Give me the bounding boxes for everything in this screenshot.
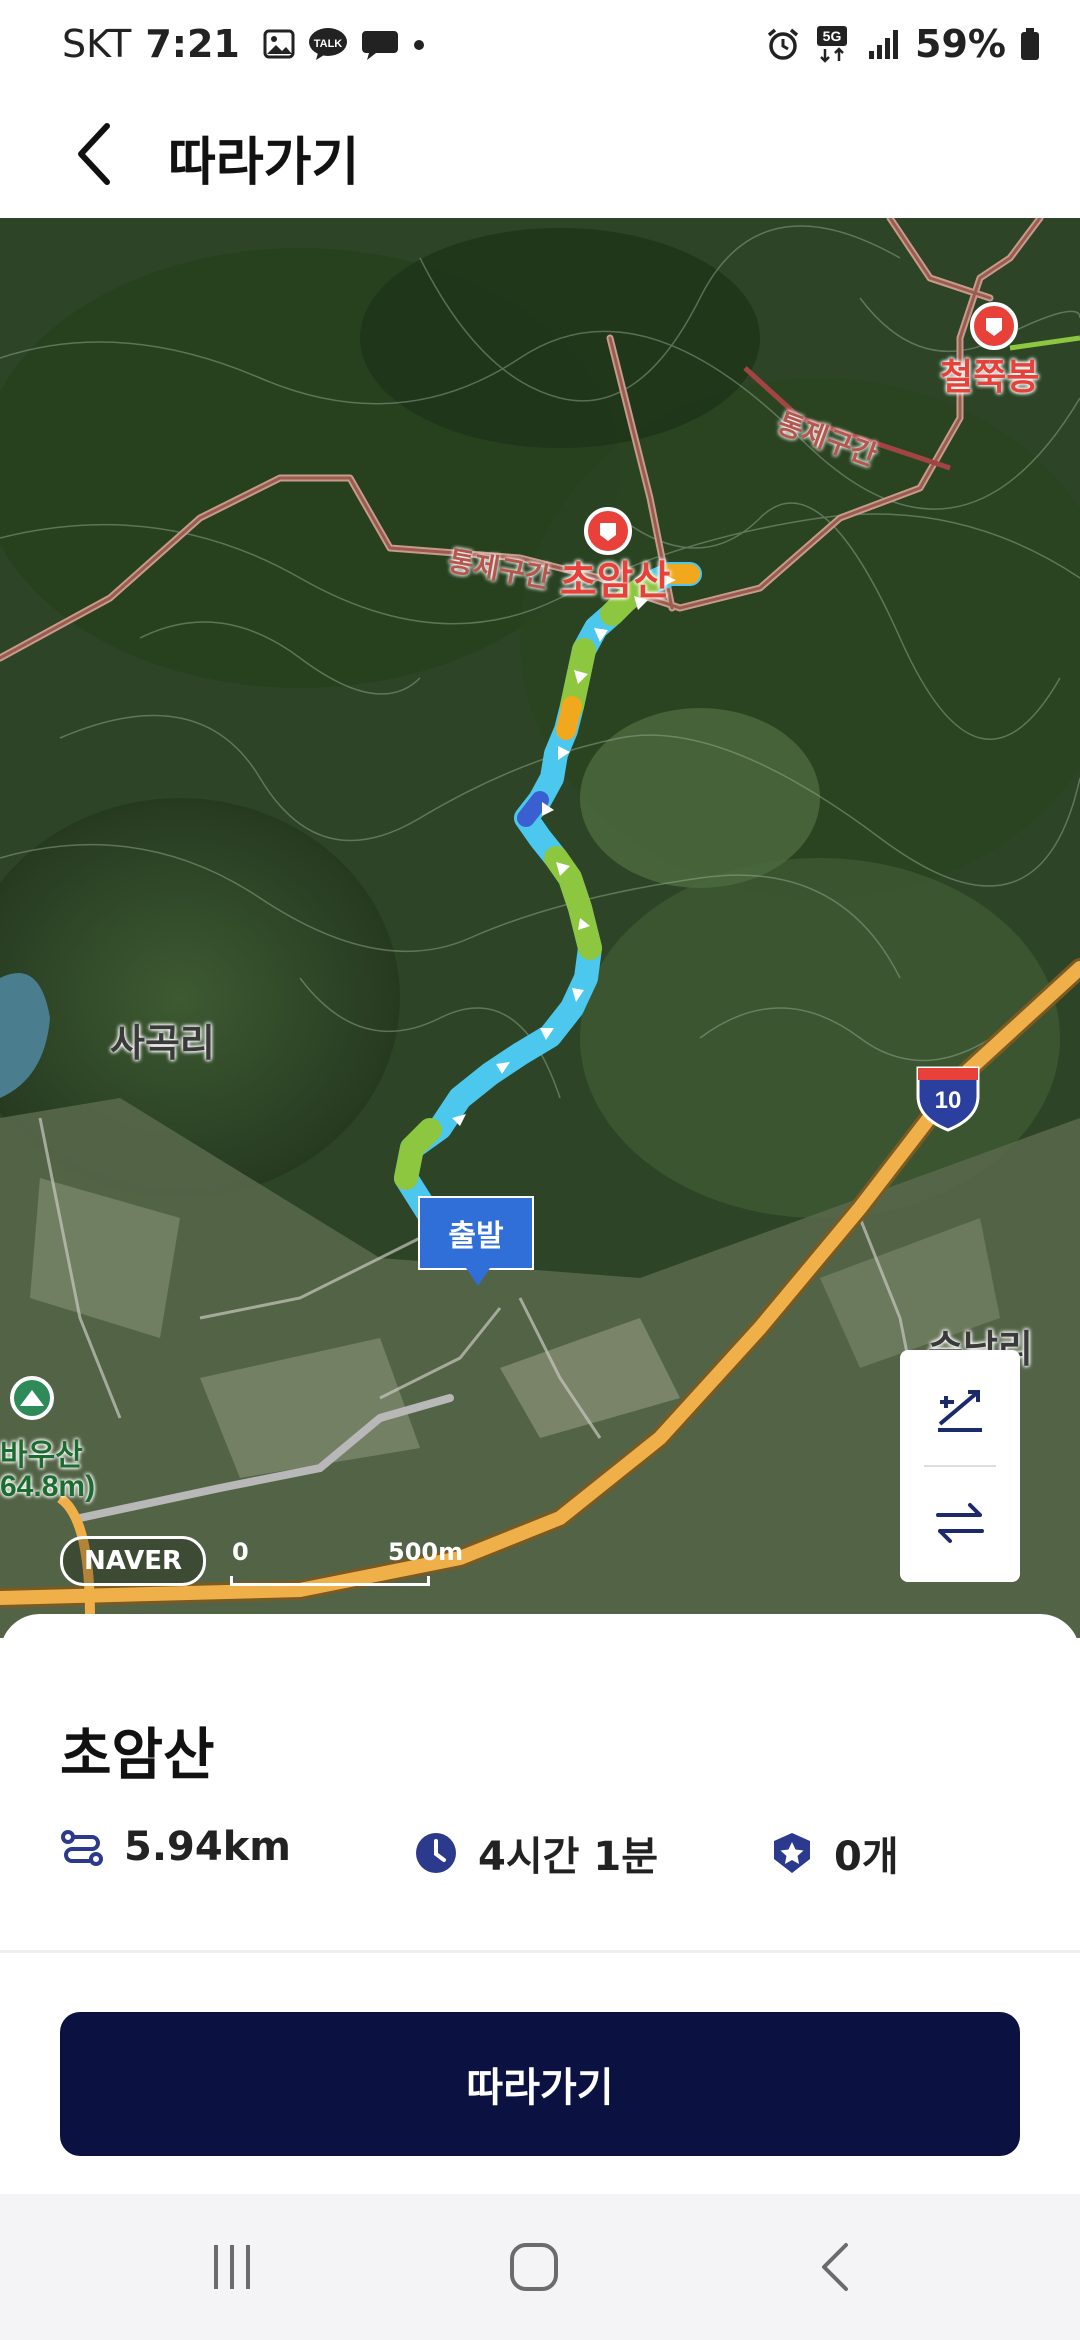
network-badge-text: 5G [823, 28, 842, 44]
chat-bubble-icon [361, 31, 398, 60]
duration-stat: 4시간 1분 [414, 1824, 658, 1882]
recent-apps-icon [214, 2245, 250, 2289]
notification-icons: TALK [262, 27, 426, 61]
map-controls-panel [900, 1350, 1020, 1582]
peak-marker-choamsan[interactable] [584, 507, 632, 555]
scale-bar: 0 500m [230, 1538, 463, 1588]
recent-apps-button[interactable] [172, 2224, 292, 2310]
badge-stat: 0개 [770, 1824, 899, 1882]
star-shield-icon [770, 1831, 814, 1875]
naver-logo: NAVER [60, 1536, 206, 1586]
follow-button[interactable]: 따라가기 [60, 2012, 1020, 2156]
kakaotalk-badge-text: TALK [314, 38, 343, 50]
section-divider [0, 1950, 1080, 1953]
map-view[interactable]: 10 초암산 통제구간 철쭉봉 통제구간 사곡리 수남리 바우산 64.8m) … [0, 218, 1080, 1638]
mountain-marker-bausan[interactable] [10, 1376, 54, 1420]
battery-percent: 59% [915, 22, 1006, 66]
badge-count: 0개 [834, 1834, 899, 1880]
dot-icon [413, 40, 424, 50]
signal-icon [869, 30, 899, 59]
status-left: SKT 7:21 TALK [62, 22, 426, 66]
scale-distance-label: 500m [388, 1538, 464, 1566]
swap-direction-icon [936, 1503, 984, 1543]
clock: 7:21 [145, 22, 240, 66]
peak-marker-cheoljjukbong[interactable] [970, 302, 1018, 350]
distance-stat: 5.94km [60, 1824, 291, 1870]
scale-line [230, 1576, 430, 1586]
route-distance-icon [60, 1825, 104, 1869]
carrier-label: SKT [62, 22, 132, 66]
course-name: 초암산 [60, 1723, 215, 1788]
gallery-icon [263, 29, 295, 59]
home-icon [510, 2243, 558, 2291]
clock-icon [414, 1831, 458, 1875]
network-5g-icon: 5G [817, 26, 848, 63]
system-nav-bar [0, 2194, 1080, 2340]
distance-value: 5.94km [124, 1824, 291, 1870]
back-button[interactable] [60, 114, 130, 194]
battery-icon [1021, 28, 1039, 60]
highway-number: 10 [935, 1087, 962, 1114]
kakaotalk-icon: TALK [308, 28, 347, 60]
back-icon [822, 2243, 848, 2291]
page-title: 따라가기 [168, 133, 360, 193]
swap-direction-button[interactable] [900, 1468, 1020, 1578]
peak-label-bausan: 바우산 [0, 1439, 83, 1472]
home-button[interactable] [474, 2224, 594, 2310]
elevation-chart-icon [938, 1390, 982, 1432]
controls-divider [924, 1465, 996, 1467]
start-marker[interactable]: 출발 [418, 1196, 534, 1286]
status-right: 5G 59% [765, 22, 1040, 66]
peak-label-cheoljjukbong: 철쭉봉 [940, 356, 1040, 397]
peak-label-choamsan: 초암산 [560, 559, 671, 603]
elevation-chart-button[interactable] [900, 1355, 1020, 1465]
duration-value: 4시간 1분 [478, 1834, 658, 1880]
alarm-icon [767, 28, 799, 60]
scale-zero-label: 0 [232, 1538, 249, 1566]
app-header: 따라가기 [0, 92, 1080, 218]
peak-elevation-bausan: 64.8m) [0, 1470, 96, 1503]
system-back-button[interactable] [778, 2224, 898, 2310]
chevron-left-icon [78, 123, 110, 185]
status-bar: SKT 7:21 TALK 5G 59% [0, 0, 1080, 92]
village-label-sagok-ri: 사곡리 [110, 1023, 215, 1065]
